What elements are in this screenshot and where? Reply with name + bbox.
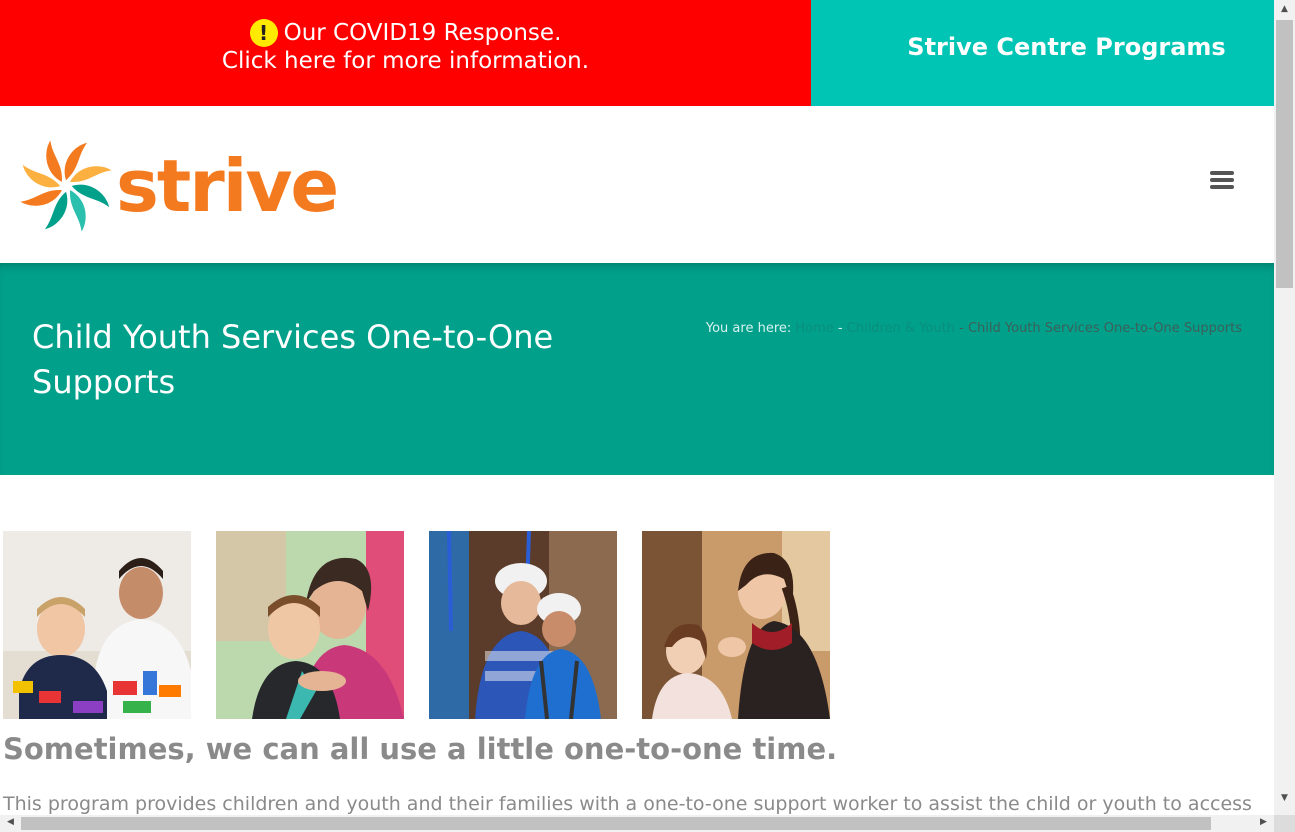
- strive-logo[interactable]: strive: [18, 136, 358, 236]
- breadcrumb-separator: -: [833, 321, 847, 336]
- photo-woman-and-child: [216, 531, 404, 719]
- covid-title: Our COVID19 Response.: [283, 20, 562, 46]
- page-title-banner: Child Youth Services One-to-One Supports…: [0, 263, 1274, 475]
- programs-label: Strive Centre Programs: [907, 33, 1226, 61]
- page: ! Our COVID19 Response. Click here for m…: [0, 0, 1274, 815]
- page-title: Child Youth Services One-to-One Supports: [32, 318, 554, 401]
- vertical-scroll-thumb[interactable]: [1276, 20, 1293, 288]
- horizontal-scrollbar[interactable]: ◀ ▶: [0, 815, 1274, 832]
- breadcrumb-prefix: You are here:: [705, 321, 792, 336]
- breadcrumb-current: Child Youth Services One-to-One Supports: [967, 321, 1242, 336]
- covid-response-banner[interactable]: ! Our COVID19 Response. Click here for m…: [0, 0, 811, 106]
- alert-icon: !: [249, 19, 278, 47]
- photo-boy-with-blocks: [3, 531, 191, 719]
- hamburger-menu-icon[interactable]: [1210, 168, 1236, 194]
- photo-ropes-course: [429, 531, 617, 719]
- breadcrumb: You are here: Home - Children & Youth - …: [706, 321, 1242, 336]
- breadcrumb-home-link[interactable]: Home: [795, 321, 833, 336]
- horizontal-scroll-thumb[interactable]: [21, 817, 1211, 830]
- photo-girls-autumn: [642, 531, 830, 719]
- breadcrumb-separator: -: [955, 321, 968, 336]
- scroll-down-arrow-icon[interactable]: ▼: [1274, 793, 1295, 803]
- scroll-left-arrow-icon[interactable]: ◀: [0, 817, 21, 827]
- logo-wordmark: strive: [116, 144, 339, 228]
- intro-paragraph: This program provides children and youth…: [3, 793, 1252, 815]
- site-header: strive: [0, 106, 1274, 263]
- photo-gallery: [3, 531, 830, 719]
- scroll-right-arrow-icon[interactable]: ▶: [1253, 817, 1274, 827]
- covid-line-1: ! Our COVID19 Response.: [0, 19, 811, 47]
- pinwheel-logo-icon: [20, 140, 112, 232]
- covid-info-link[interactable]: Click here for more information.: [0, 47, 811, 75]
- scrollbar-corner: [1274, 815, 1295, 832]
- vertical-scrollbar[interactable]: ▲ ▼: [1274, 0, 1295, 815]
- strive-centre-programs-button[interactable]: Strive Centre Programs: [811, 0, 1274, 106]
- scroll-up-arrow-icon[interactable]: ▲: [1274, 4, 1295, 14]
- breadcrumb-category-link[interactable]: Children & Youth: [847, 321, 955, 336]
- intro-heading: Sometimes, we can all use a little one-t…: [3, 732, 838, 766]
